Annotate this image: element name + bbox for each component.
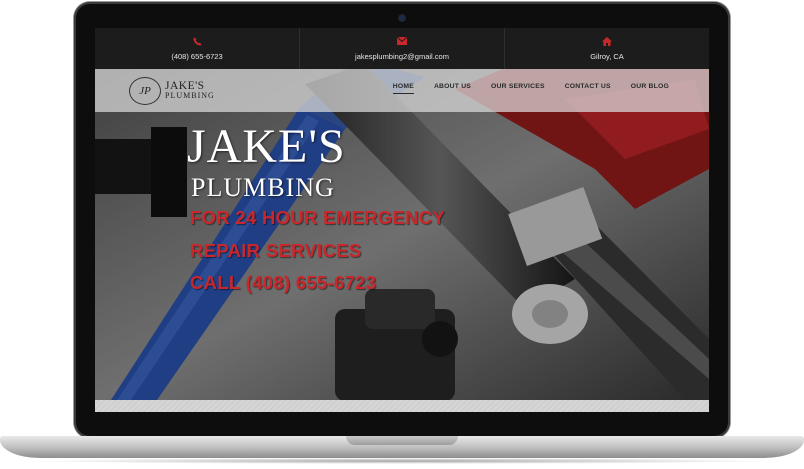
section-divider (95, 400, 709, 412)
logo-line-2: PLUMBING (165, 91, 215, 100)
nav-home[interactable]: HOME (392, 83, 414, 94)
contact-bar: (408) 655-6723 jakesplumbing2@gmail.com … (95, 28, 709, 69)
phone-contact[interactable]: (408) 655-6723 (95, 28, 300, 69)
logo-monogram: JP (129, 77, 161, 105)
phone-icon (192, 36, 202, 48)
site-logo[interactable]: JP JAKE'S PLUMBING (129, 77, 215, 105)
camera-icon (399, 15, 405, 21)
hero-line-emergency: FOR 24 HOUR EMERGENCY (190, 207, 446, 228)
location-text: Gilroy, CA (590, 51, 624, 61)
hero-title: JAKE'S (187, 120, 346, 173)
hero-subtitle: PLUMBING (191, 173, 335, 202)
envelope-icon (396, 36, 408, 48)
hero-section: JP JAKE'S PLUMBING HOME ABOUT US OUR SER… (95, 69, 709, 400)
hero-line-call[interactable]: CALL (408) 655-6723 (190, 272, 376, 294)
hero-background-image (95, 69, 709, 400)
nav-contact-us[interactable]: CONTACT US (565, 83, 611, 94)
nav-our-blog[interactable]: OUR BLOG (631, 83, 669, 94)
email-contact[interactable]: jakesplumbing2@gmail.com (300, 28, 505, 69)
email-text: jakesplumbing2@gmail.com (355, 51, 449, 61)
hero-line-repair: REPAIR SERVICES (190, 240, 362, 261)
location-contact: Gilroy, CA (505, 28, 709, 69)
nav-our-services[interactable]: OUR SERVICES (491, 83, 545, 94)
main-nav: HOME ABOUT US OUR SERVICES CONTACT US OU… (392, 83, 669, 94)
laptop-shadow (30, 458, 774, 464)
browser-screen: (408) 655-6723 jakesplumbing2@gmail.com … (95, 28, 709, 412)
logo-line-1: JAKE'S (165, 80, 205, 92)
phone-text: (408) 655-6723 (171, 51, 223, 61)
nav-about-us[interactable]: ABOUT US (434, 83, 471, 94)
site-navbar: JP JAKE'S PLUMBING HOME ABOUT US OUR SER… (95, 69, 709, 112)
laptop-notch (346, 436, 458, 445)
home-icon (602, 36, 612, 48)
logo-wordmark: JAKE'S PLUMBING (165, 80, 215, 101)
